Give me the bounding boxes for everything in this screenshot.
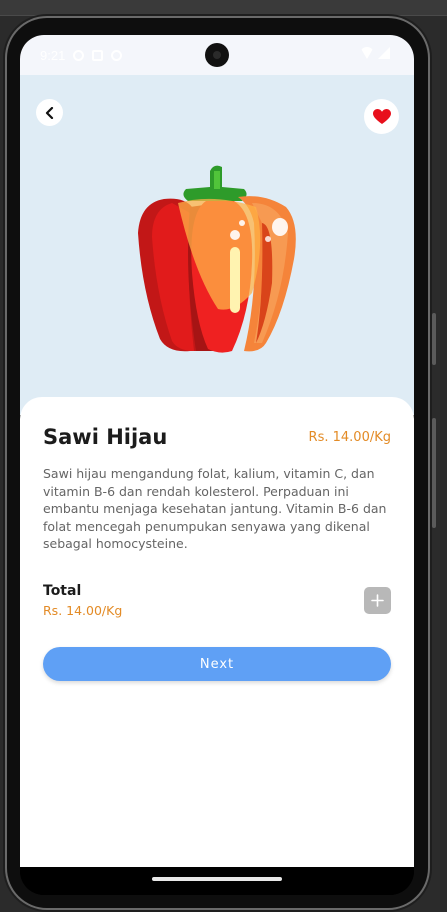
product-title: Sawi Hijau (43, 425, 168, 449)
status-time: 9:21 (40, 47, 66, 63)
front-camera (205, 43, 229, 67)
next-button[interactable]: Next (43, 647, 391, 681)
plus-icon (371, 594, 384, 607)
volume-button (432, 418, 436, 528)
emulator-toolbar (0, 0, 447, 16)
back-button[interactable] (36, 99, 63, 126)
product-price: Rs. 14.00/Kg (308, 429, 391, 445)
product-description: Sawi hijau mengandung folat, kalium, vit… (43, 466, 387, 551)
power-button (432, 313, 436, 365)
phone-screen: 9:21 Sawi Hijau Rs. 14.00/Kg Sawi hijau … (20, 35, 414, 895)
sync-icon (111, 49, 123, 61)
shield-icon (73, 49, 85, 61)
gesture-nav-bar (20, 867, 414, 895)
home-handle[interactable] (152, 877, 282, 881)
title-row: Sawi Hijau Rs. 14.00/Kg (43, 425, 391, 449)
status-bar: 9:21 (20, 35, 414, 75)
total-price: Rs. 14.00/Kg (43, 603, 123, 618)
bell-pepper-image (138, 165, 296, 353)
total-label: Total (43, 583, 82, 599)
product-details-sheet: Sawi Hijau Rs. 14.00/Kg Sawi hijau menga… (20, 397, 414, 867)
signal-icon (378, 47, 390, 59)
product-hero (20, 75, 414, 415)
status-left: 9:21 (40, 47, 123, 63)
sd-card-icon (92, 49, 104, 61)
wifi-icon (360, 47, 374, 59)
heart-icon (372, 108, 391, 124)
favorite-button[interactable] (364, 99, 399, 134)
add-quantity-button[interactable] (364, 587, 391, 614)
phone-frame: 9:21 Sawi Hijau Rs. 14.00/Kg Sawi hijau … (7, 18, 436, 908)
chevron-left-icon (45, 106, 53, 119)
status-right (360, 47, 390, 59)
